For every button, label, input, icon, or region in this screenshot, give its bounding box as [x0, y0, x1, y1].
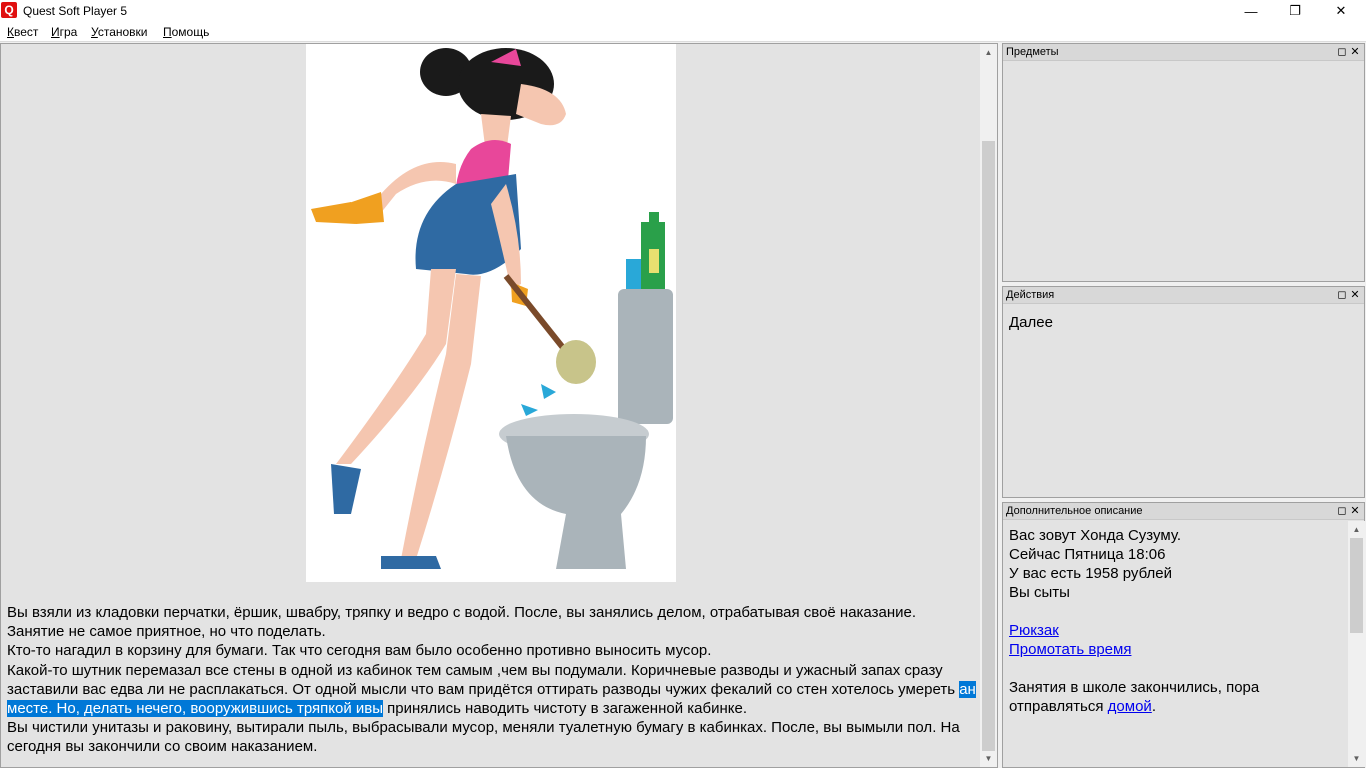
extra-panel-header: Дополнительное описание ◻ ✕ [1003, 503, 1364, 520]
menu-settings[interactable]: Установки [91, 25, 148, 39]
player-name: Вас зовут Хонда Сузуму. [1009, 527, 1181, 544]
status-note: Занятия в школе закончились, пора отправ… [1009, 679, 1260, 715]
minimize-button[interactable]: — [1228, 0, 1274, 22]
actions-list: Далее [1009, 313, 1344, 332]
restore-icon[interactable]: ◻ [1336, 504, 1348, 518]
main-scrollbar[interactable]: ▲ ▼ [980, 44, 997, 767]
items-panel-title: Предметы [1006, 46, 1059, 58]
story-paragraph: Занятие не самое приятное, но что подела… [7, 623, 326, 641]
story-paragraph: Вы чистили унитазы и раковину, вытирали … [7, 719, 960, 756]
story-paragraph: Какой-то шутник перемазал все стены в од… [7, 661, 976, 718]
window-title: Quest Soft Player 5 [23, 4, 128, 18]
action-next[interactable]: Далее [1009, 313, 1344, 332]
woman-cleaning-toilet-image [311, 48, 673, 569]
money: У вас есть 1958 рублей [1009, 565, 1172, 582]
scroll-down-icon[interactable]: ▼ [1348, 750, 1365, 767]
current-time: Сейчас Пятница 18:06 [1009, 546, 1166, 563]
actions-panel: Действия ◻ ✕ Далее [1002, 286, 1365, 498]
hunger-status: Вы сыты [1009, 584, 1070, 601]
title-bar: Q Quest Soft Player 5 — ❐ ✕ [0, 0, 1366, 22]
story-paragraph: Кто-то нагадил в корзину для бумаги. Так… [7, 642, 712, 660]
actions-panel-title: Действия [1006, 289, 1055, 301]
close-icon[interactable]: ✕ [1349, 288, 1361, 302]
restore-icon[interactable]: ◻ [1336, 288, 1348, 302]
menu-bar: Квест Игра Установки Помощь [0, 22, 1366, 42]
app-icon[interactable]: Q [1, 2, 17, 18]
main-text-pane[interactable]: Вы взяли из кладовки перчатки, ёршик, шв… [0, 43, 998, 768]
close-button[interactable]: ✕ [1318, 0, 1364, 22]
scroll-down-icon[interactable]: ▼ [980, 750, 997, 767]
extra-scrollbar-thumb[interactable] [1350, 538, 1363, 633]
menu-game[interactable]: Игра [51, 25, 77, 39]
scroll-up-icon[interactable]: ▲ [1348, 521, 1365, 538]
extra-description-body: Вас зовут Хонда Сузуму. Сейчас Пятница 1… [1009, 526, 1344, 716]
items-panel: Предметы ◻ ✕ [1002, 43, 1365, 282]
skip-time-link[interactable]: Промотать время [1009, 641, 1131, 658]
actions-panel-header: Действия ◻ ✕ [1003, 287, 1364, 304]
extra-scrollbar[interactable]: ▲ ▼ [1348, 521, 1365, 767]
items-panel-header: Предметы ◻ ✕ [1003, 44, 1364, 61]
story-illustration [306, 44, 676, 582]
close-icon[interactable]: ✕ [1349, 45, 1361, 59]
scroll-up-icon[interactable]: ▲ [980, 44, 997, 61]
extra-description-panel: Дополнительное описание ◻ ✕ Вас зовут Хо… [1002, 502, 1365, 768]
extra-panel-title: Дополнительное описание [1006, 505, 1143, 517]
close-icon[interactable]: ✕ [1349, 504, 1361, 518]
backpack-link[interactable]: Рюкзак [1009, 622, 1059, 639]
story-text: Вы взяли из кладовки перчатки, ёршик, шв… [7, 603, 982, 757]
story-paragraph: Вы взяли из кладовки перчатки, ёршик, шв… [7, 604, 917, 621]
menu-quest[interactable]: Квест [7, 25, 38, 39]
maximize-button[interactable]: ❐ [1272, 0, 1318, 22]
home-link[interactable]: домой [1108, 698, 1152, 715]
menu-help[interactable]: Помощь [163, 25, 209, 39]
restore-icon[interactable]: ◻ [1336, 45, 1348, 59]
main-scrollbar-thumb[interactable] [982, 141, 995, 751]
